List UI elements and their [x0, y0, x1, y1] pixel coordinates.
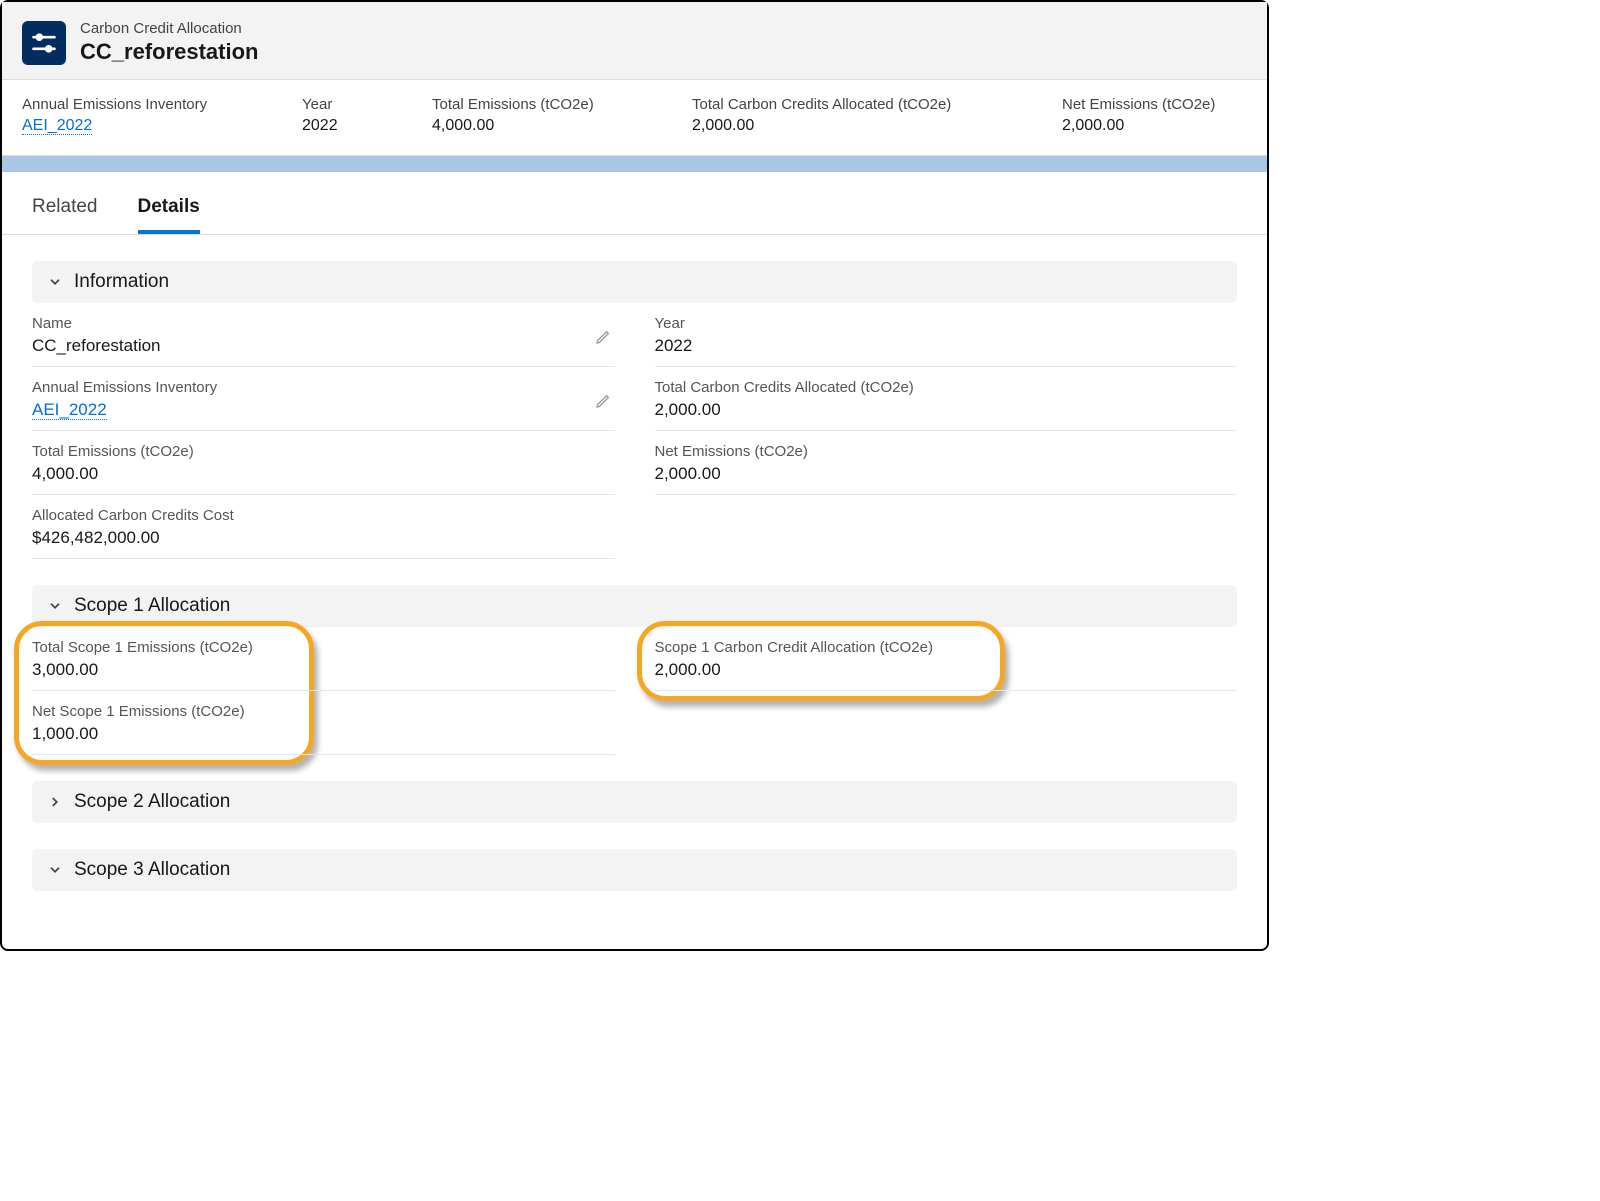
field-year-label: Year	[655, 315, 1238, 332]
field-net-em-value: 2,000.00	[655, 464, 1238, 484]
field-scope1-net-label: Net Scope 1 Emissions (tCO2e)	[32, 703, 615, 720]
field-year: Year 2022	[655, 303, 1238, 367]
summary-year-value: 2022	[302, 117, 382, 135]
field-allocated-cost: Allocated Carbon Credits Cost $426,482,0…	[32, 495, 615, 559]
pencil-icon[interactable]	[595, 329, 611, 350]
separator-bar	[2, 156, 1267, 172]
record-header: Carbon Credit Allocation CC_reforestatio…	[2, 2, 1267, 80]
summary-aei-link[interactable]: AEI_2022	[22, 117, 92, 135]
tab-related[interactable]: Related	[32, 196, 98, 234]
section-information-title: Information	[74, 271, 169, 293]
page-title: CC_reforestation	[80, 39, 258, 65]
summary-total-emissions: Total Emissions (tCO2e) 4,000.00	[432, 96, 692, 135]
field-net-em-label: Net Emissions (tCO2e)	[655, 443, 1238, 460]
summary-total-em-value: 4,000.00	[432, 117, 642, 135]
summary-total-em-label: Total Emissions (tCO2e)	[432, 96, 642, 113]
summary-net-em-label: Net Emissions (tCO2e)	[1062, 96, 1215, 113]
field-scope1-net-value: 1,000.00	[32, 724, 615, 744]
chevron-down-icon	[46, 861, 64, 879]
field-total-cc-value: 2,000.00	[655, 400, 1238, 420]
section-scope3-title: Scope 3 Allocation	[74, 859, 230, 881]
field-aei-label: Annual Emissions Inventory	[32, 379, 615, 396]
tabs: Related Details	[2, 172, 1267, 235]
field-cost-label: Allocated Carbon Credits Cost	[32, 507, 615, 524]
field-total-emissions: Total Emissions (tCO2e) 4,000.00	[32, 431, 615, 495]
field-scope1-allocation: Scope 1 Carbon Credit Allocation (tCO2e)…	[655, 627, 1238, 691]
field-scope1-total-label: Total Scope 1 Emissions (tCO2e)	[32, 639, 615, 656]
summary-total-cc-value: 2,000.00	[692, 117, 1012, 135]
field-name-value: CC_reforestation	[32, 336, 615, 356]
tab-details[interactable]: Details	[138, 196, 200, 234]
field-total-credits: Total Carbon Credits Allocated (tCO2e) 2…	[655, 367, 1238, 431]
section-scope2-header[interactable]: Scope 2 Allocation	[32, 781, 1237, 823]
field-net-emissions: Net Emissions (tCO2e) 2,000.00	[655, 431, 1238, 495]
flow-icon	[30, 29, 58, 57]
field-scope1-total-value: 3,000.00	[32, 660, 615, 680]
field-scope1-alloc-label: Scope 1 Carbon Credit Allocation (tCO2e)	[655, 639, 1238, 656]
section-scope3-header[interactable]: Scope 3 Allocation	[32, 849, 1237, 891]
field-scope1-net: Net Scope 1 Emissions (tCO2e) 1,000.00	[32, 691, 615, 755]
summary-aei: Annual Emissions Inventory AEI_2022	[22, 96, 302, 135]
summary-net-em-value: 2,000.00	[1062, 117, 1215, 135]
field-scope1-total: Total Scope 1 Emissions (tCO2e) 3,000.00	[32, 627, 615, 691]
information-fields: Name CC_reforestation Annual Emissions I…	[32, 303, 1237, 559]
chevron-down-icon	[46, 597, 64, 615]
entity-type-label: Carbon Credit Allocation	[80, 20, 258, 37]
field-cost-value: $426,482,000.00	[32, 528, 615, 548]
field-name-label: Name	[32, 315, 615, 332]
field-total-em-label: Total Emissions (tCO2e)	[32, 443, 615, 460]
chevron-down-icon	[46, 273, 64, 291]
summary-year: Year 2022	[302, 96, 432, 135]
pencil-icon[interactable]	[595, 393, 611, 414]
summary-aei-label: Annual Emissions Inventory	[22, 96, 252, 113]
entity-icon	[22, 21, 66, 65]
field-aei-link[interactable]: AEI_2022	[32, 400, 107, 420]
chevron-right-icon	[46, 793, 64, 811]
section-information-header[interactable]: Information	[32, 261, 1237, 303]
summary-total-credits: Total Carbon Credits Allocated (tCO2e) 2…	[692, 96, 1062, 135]
summary-year-label: Year	[302, 96, 382, 113]
field-year-value: 2022	[655, 336, 1238, 356]
section-scope2-title: Scope 2 Allocation	[74, 791, 230, 813]
section-scope1-header[interactable]: Scope 1 Allocation	[32, 585, 1237, 627]
field-name: Name CC_reforestation	[32, 303, 615, 367]
summary-panel: Annual Emissions Inventory AEI_2022 Year…	[2, 80, 1267, 156]
scope1-fields: Total Scope 1 Emissions (tCO2e) 3,000.00…	[32, 627, 1237, 755]
field-aei: Annual Emissions Inventory AEI_2022	[32, 367, 615, 431]
field-total-em-value: 4,000.00	[32, 464, 615, 484]
summary-net-emissions: Net Emissions (tCO2e) 2,000.00	[1062, 96, 1265, 135]
summary-total-cc-label: Total Carbon Credits Allocated (tCO2e)	[692, 96, 1012, 113]
section-scope1-title: Scope 1 Allocation	[74, 595, 230, 617]
field-total-cc-label: Total Carbon Credits Allocated (tCO2e)	[655, 379, 1238, 396]
field-scope1-alloc-value: 2,000.00	[655, 660, 1238, 680]
